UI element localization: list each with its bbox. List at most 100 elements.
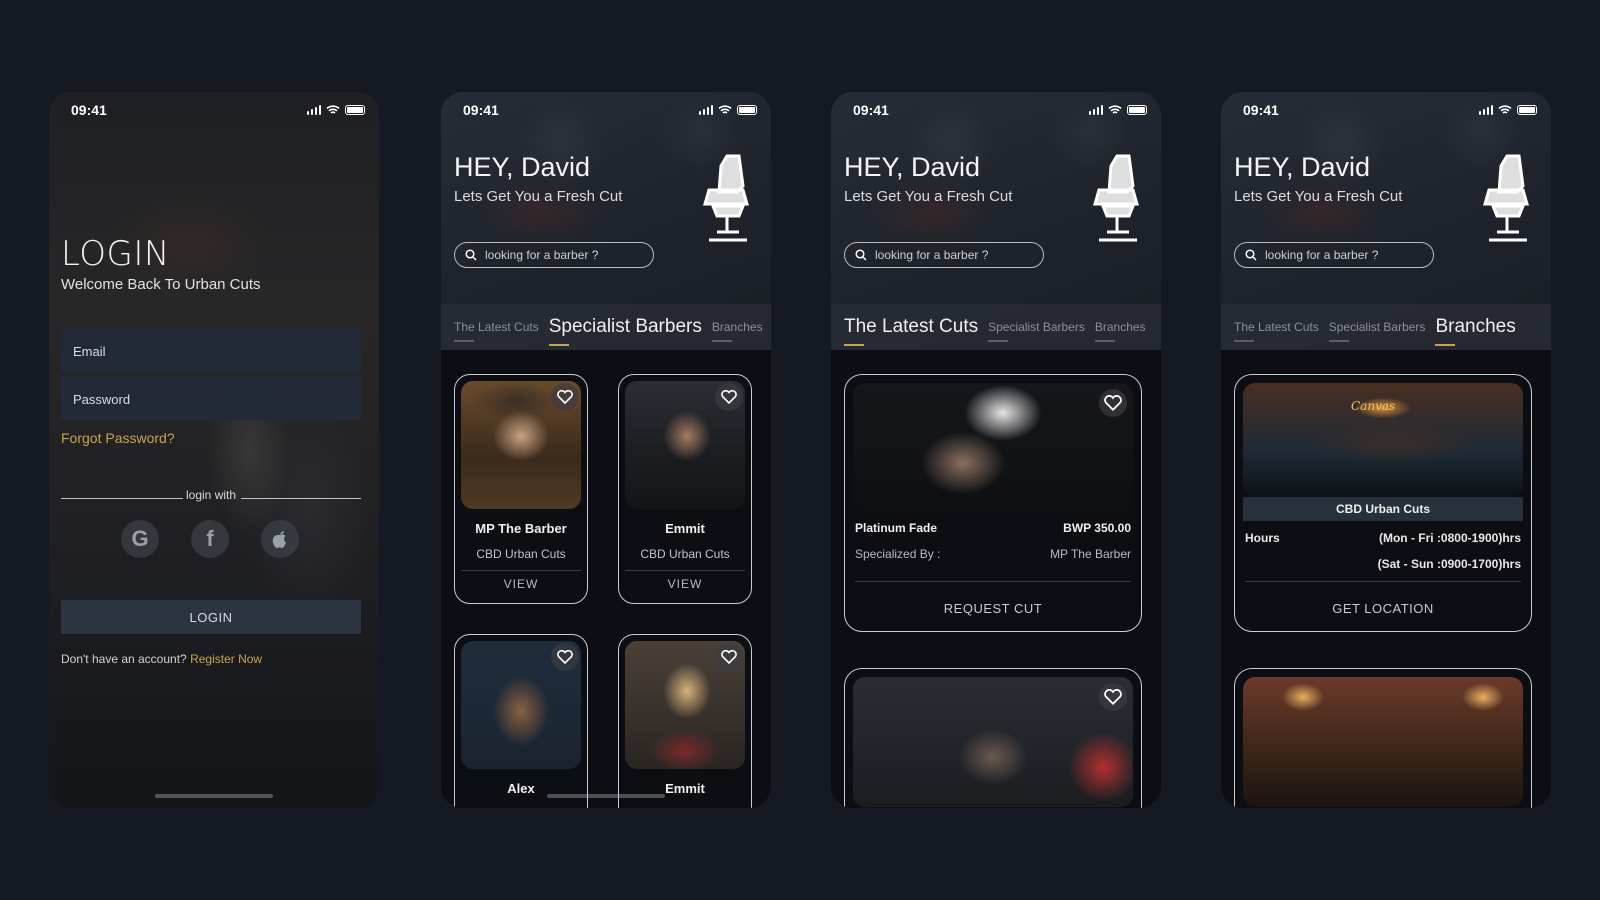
tab-bar: The Latest Cuts Specialist Barbers Branc… [1221, 304, 1551, 350]
favorite-button[interactable] [715, 383, 743, 411]
tab-bar: The Latest Cuts Specialist Barbers Branc… [831, 304, 1161, 350]
tagline: Lets Get You a Fresh Cut [844, 188, 1013, 205]
tagline: Lets Get You a Fresh Cut [1234, 188, 1403, 205]
cellular-signal-icon [698, 105, 713, 115]
barber-chair-icon [1483, 154, 1529, 242]
branch-card[interactable] [1234, 668, 1532, 808]
wifi-icon [1108, 105, 1122, 114]
favorite-button[interactable] [551, 643, 579, 671]
barber-chair-icon [703, 154, 749, 242]
search-bar[interactable]: looking for a barber ? [454, 242, 654, 268]
login-screen: 09:41 LOGIN Welcome Back To Urban Cuts E… [49, 92, 379, 808]
battery-icon [737, 105, 757, 115]
status-bar: 09:41 [49, 92, 379, 128]
greeting: HEY, David [454, 152, 591, 182]
login-button[interactable]: LOGIN [61, 600, 361, 634]
specialist-barbers-screen: 09:41 HEY, David Lets Get You a Fresh Cu… [441, 92, 771, 808]
hours-label: Hours [1245, 531, 1280, 545]
status-bar: 09:41 [441, 92, 771, 128]
google-icon: G [131, 526, 149, 551]
search-input[interactable]: looking for a barber ? [1265, 248, 1378, 262]
branch-card[interactable]: Canvas CBD Urban Cuts Hours (Mon - Fri :… [1234, 374, 1532, 632]
favorite-button[interactable] [1099, 389, 1127, 417]
view-button[interactable]: VIEW [455, 577, 587, 591]
cellular-signal-icon [1088, 105, 1103, 115]
email-field[interactable]: Email [61, 328, 361, 372]
login-title: LOGIN [61, 234, 170, 274]
branches-screen: 09:41 HEY, David Lets Get You a Fresh Cu… [1221, 92, 1551, 808]
latest-cuts-screen: 09:41 HEY, David Lets Get You a Fresh Cu… [831, 92, 1161, 808]
branch-photo: Canvas [1243, 383, 1523, 497]
barber-branch: CBD Urban Cuts [476, 547, 566, 561]
tab-bar: The Latest Cuts Specialist Barbers Branc… [441, 304, 771, 350]
home-indicator[interactable] [155, 794, 273, 798]
hours-weekend: (Sat - Sun :0900-1700)hrs [1377, 557, 1521, 571]
login-with-label: login with [186, 488, 237, 502]
tagline: Lets Get You a Fresh Cut [454, 188, 623, 205]
cellular-signal-icon [1478, 105, 1493, 115]
tab-latest-cuts[interactable]: The Latest Cuts [454, 320, 539, 342]
cut-card[interactable]: Platinum Fade BWP 350.00 Specialized By … [844, 374, 1142, 632]
battery-icon [1127, 105, 1147, 115]
battery-icon [1517, 105, 1537, 115]
tab-specialist-barbers[interactable]: Specialist Barbers [548, 316, 702, 346]
search-bar[interactable]: looking for a barber ? [1234, 242, 1434, 268]
specialized-label: Specialized By : [855, 547, 941, 561]
tab-specialist-barbers[interactable]: Specialist Barbers [1328, 320, 1425, 342]
favorite-button[interactable] [551, 383, 579, 411]
hours-weekday: (Mon - Fri :0800-1900)hrs [1378, 531, 1521, 545]
status-time: 09:41 [71, 102, 107, 118]
search-input[interactable]: looking for a barber ? [485, 248, 598, 262]
cuts-list: Platinum Fade BWP 350.00 Specialized By … [831, 350, 1161, 808]
register-now-link[interactable]: Register Now [190, 652, 262, 666]
barber-branch: CBD Urban Cuts [640, 547, 730, 561]
cut-name: Platinum Fade [855, 521, 938, 535]
heart-icon [1104, 689, 1122, 705]
barber-chair-icon [1093, 154, 1139, 242]
tab-latest-cuts[interactable]: The Latest Cuts [1234, 320, 1319, 342]
favorite-button[interactable] [715, 643, 743, 671]
tab-branches[interactable]: Branches [1435, 316, 1516, 346]
home-indicator[interactable] [547, 794, 665, 798]
tab-specialist-barbers[interactable]: Specialist Barbers [988, 320, 1085, 342]
login-with-divider: login with [61, 488, 361, 504]
battery-icon [345, 105, 365, 115]
apple-login-button[interactable] [261, 520, 299, 558]
barber-name: MP The Barber [475, 521, 567, 536]
barber-grid: MP The Barber CBD Urban Cuts VIEW Emmit … [441, 350, 771, 808]
wifi-icon [1498, 105, 1512, 114]
search-bar[interactable]: looking for a barber ? [844, 242, 1044, 268]
heart-icon [721, 650, 737, 664]
cut-price: BWP 350.00 [1063, 521, 1131, 535]
forgot-password-link[interactable]: Forgot Password? [61, 430, 175, 446]
branch-name: CBD Urban Cuts [1243, 497, 1523, 521]
wifi-icon [718, 105, 732, 114]
favorite-button[interactable] [1099, 683, 1127, 711]
google-login-button[interactable]: G [121, 520, 159, 558]
view-button[interactable]: VIEW [619, 577, 751, 591]
specialized-value: MP The Barber [1050, 547, 1131, 561]
cut-card[interactable] [844, 668, 1142, 808]
heart-icon [557, 390, 573, 404]
shop-sign: Canvas [1351, 399, 1396, 413]
tab-latest-cuts[interactable]: The Latest Cuts [844, 316, 978, 346]
barber-card[interactable]: Alex [454, 634, 588, 808]
login-subtitle: Welcome Back To Urban Cuts [61, 276, 261, 293]
facebook-icon: f [206, 526, 214, 551]
greeting: HEY, David [1234, 152, 1371, 182]
barber-card[interactable]: Emmit [618, 634, 752, 808]
barber-card[interactable]: Emmit CBD Urban Cuts VIEW [618, 374, 752, 604]
heart-icon [721, 390, 737, 404]
facebook-login-button[interactable]: f [191, 520, 229, 558]
tab-branches[interactable]: Branches [711, 320, 763, 342]
barber-card[interactable]: MP The Barber CBD Urban Cuts VIEW [454, 374, 588, 604]
password-field[interactable]: Password [61, 376, 361, 420]
get-location-button[interactable]: GET LOCATION [1235, 601, 1531, 616]
request-cut-button[interactable]: REQUEST CUT [845, 601, 1141, 616]
search-icon [1245, 249, 1257, 261]
barber-name: Emmit [665, 521, 705, 536]
branch-photo [1243, 677, 1523, 807]
tab-branches[interactable]: Branches [1094, 320, 1146, 342]
apple-icon [272, 531, 286, 548]
search-input[interactable]: looking for a barber ? [875, 248, 988, 262]
